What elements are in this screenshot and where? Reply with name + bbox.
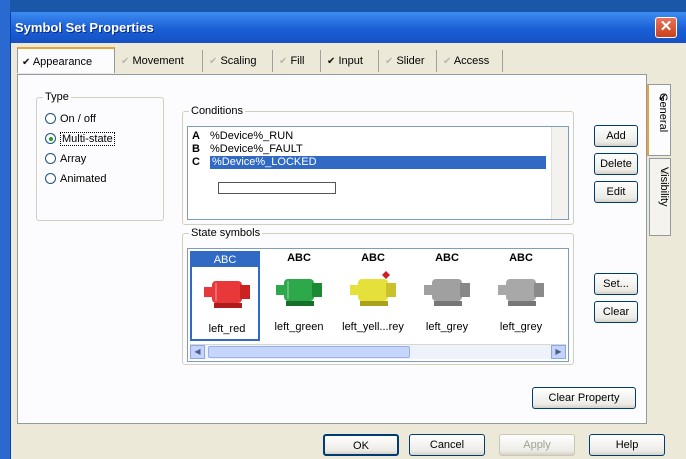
condition-row[interactable]: B %Device%_FAULT (192, 143, 556, 156)
type-group: Type On / off Multi-state Array Animated (36, 91, 164, 221)
radio-multi-state[interactable]: Multi-state (45, 132, 115, 146)
type-group-label: Type (43, 91, 71, 103)
symbol-caption: ABC (361, 252, 385, 264)
conditions-list[interactable]: A %Device%_RUN B %Device%_FAULT C %Device%_… (187, 126, 569, 220)
tab-label: Movement (132, 55, 184, 67)
scroll-thumb[interactable] (208, 346, 410, 358)
add-button[interactable]: Add (594, 125, 638, 147)
conditions-label: Conditions (189, 105, 245, 117)
symbol-name: left_red (208, 323, 246, 335)
symbol-caption: ABC (287, 252, 311, 264)
desktop-background (0, 0, 10, 459)
condition-letter: A (192, 130, 200, 142)
check-icon: ✔ (279, 56, 288, 67)
tab-input[interactable]: ✔ Input (323, 50, 379, 72)
tab-movement[interactable]: ✔ Movement (117, 50, 203, 72)
check-icon: ✔ (443, 56, 452, 67)
tab-slider[interactable]: ✔ Slider (381, 50, 437, 72)
check-icon: ✔ (385, 56, 394, 67)
help-button[interactable]: Help (589, 434, 665, 456)
radio-circle-icon (45, 153, 56, 164)
side-tab-visibility[interactable]: ✔ Visibility (649, 158, 671, 236)
tab-access[interactable]: ✔ Access (439, 50, 503, 72)
motor-icon (276, 279, 322, 306)
symbol-caption: ABC (509, 252, 533, 264)
state-symbols-label: State symbols (189, 227, 263, 239)
symbol-name: left_grey (499, 321, 543, 333)
window-title: Symbol Set Properties (15, 20, 154, 35)
side-tab-label: General (657, 93, 669, 133)
tab-label: Input (338, 55, 363, 67)
condition-expression: %Device%_FAULT (210, 143, 303, 155)
symbol-item[interactable]: ABC left_red (190, 251, 260, 341)
radio-label: Array (60, 153, 87, 165)
symbol-caption: ABC (192, 253, 258, 267)
radio-circle-icon (45, 113, 56, 124)
side-tab-label: Visibility (658, 167, 670, 207)
appearance-panel: Type On / off Multi-state Array Animated… (17, 74, 647, 424)
apply-button[interactable]: Apply (499, 434, 575, 456)
condition-row[interactable]: A %Device%_RUN (192, 130, 556, 143)
radio-array[interactable]: Array (45, 152, 86, 166)
cancel-button[interactable]: Cancel (409, 434, 485, 456)
tab-label: Access (453, 55, 490, 67)
edit-button[interactable]: Edit (594, 181, 638, 203)
conditions-scrollbar[interactable] (551, 127, 568, 219)
symbol-item[interactable]: ABC left_green (264, 251, 334, 341)
set-button[interactable]: Set... (594, 273, 638, 295)
radio-label: Animated (60, 173, 107, 185)
tab-scaling[interactable]: ✔ Scaling (205, 50, 273, 72)
condition-row-selected[interactable]: C %Device%_LOCKED (192, 156, 558, 169)
conditions-group: Conditions A %Device%_RUN B %Device%_FAULT… (182, 105, 574, 225)
radio-label: Multi-state (60, 132, 115, 146)
radio-selected-icon (45, 133, 56, 144)
footer-bar: OK Cancel Apply Help (11, 432, 686, 459)
check-icon: ✔ (121, 56, 130, 67)
symbol-item[interactable]: ABC left_grey (412, 251, 482, 341)
tab-label: Scaling (220, 55, 257, 67)
dialog-window: Symbol Set Properties ✕ ✔ Appearance ✔ M… (10, 12, 686, 459)
check-icon: ✔ (209, 56, 218, 67)
radio-animated[interactable]: Animated (45, 172, 106, 186)
close-button[interactable]: ✕ (655, 17, 677, 38)
title-bar: Symbol Set Properties ✕ (11, 12, 686, 43)
symbol-item[interactable]: ABC left_grey (486, 251, 556, 341)
check-icon: ✔ (327, 56, 336, 67)
tab-label: Appearance (32, 56, 93, 68)
symbol-row: ABC left_red ABC left_green ABC left_yel… (188, 249, 568, 345)
condition-expression: %Device%_LOCKED (210, 156, 546, 169)
condition-expression: %Device%_RUN (210, 130, 294, 142)
condition-letter: B (192, 143, 200, 155)
state-symbols-list[interactable]: ABC left_red ABC left_green ABC left_yel… (187, 248, 569, 362)
radio-on-off[interactable]: On / off (45, 112, 96, 126)
tab-strip: ✔ Appearance ✔ Movement ✔ Scaling ✔ Fill… (17, 47, 657, 74)
symbol-name: left_grey (425, 321, 469, 333)
check-icon: ✔ (22, 57, 31, 68)
condition-edit-box[interactable] (218, 182, 336, 194)
motor-icon (204, 281, 250, 308)
side-tab-general[interactable]: ✔ General (647, 84, 671, 156)
ok-button[interactable]: OK (323, 434, 399, 456)
scroll-right-icon[interactable]: ▶ (551, 345, 566, 359)
scroll-left-icon[interactable]: ◀ (190, 345, 205, 359)
radio-circle-icon (45, 173, 56, 184)
tab-label: Fill (290, 55, 305, 67)
symbol-name: left_green (274, 321, 324, 333)
motor-icon (350, 271, 396, 306)
symbol-name: left_yell...rey (342, 321, 404, 333)
tab-appearance[interactable]: ✔ Appearance (17, 47, 115, 73)
motor-icon (424, 279, 470, 306)
symbols-horizontal-scrollbar[interactable]: ◀ ▶ (190, 344, 566, 359)
tab-fill[interactable]: ✔ Fill (275, 50, 321, 72)
clear-button[interactable]: Clear (594, 301, 638, 323)
radio-label: On / off (60, 113, 96, 125)
clear-property-button[interactable]: Clear Property (532, 387, 636, 409)
state-symbols-group: State symbols ABC left_red ABC left_gree… (182, 227, 574, 365)
symbol-caption: ABC (435, 252, 459, 264)
delete-button[interactable]: Delete (594, 153, 638, 175)
tab-label: Slider (396, 55, 425, 67)
condition-letter: C (192, 156, 200, 168)
symbol-item[interactable]: ABC left_yell...rey (338, 251, 408, 341)
motor-icon (498, 279, 544, 306)
